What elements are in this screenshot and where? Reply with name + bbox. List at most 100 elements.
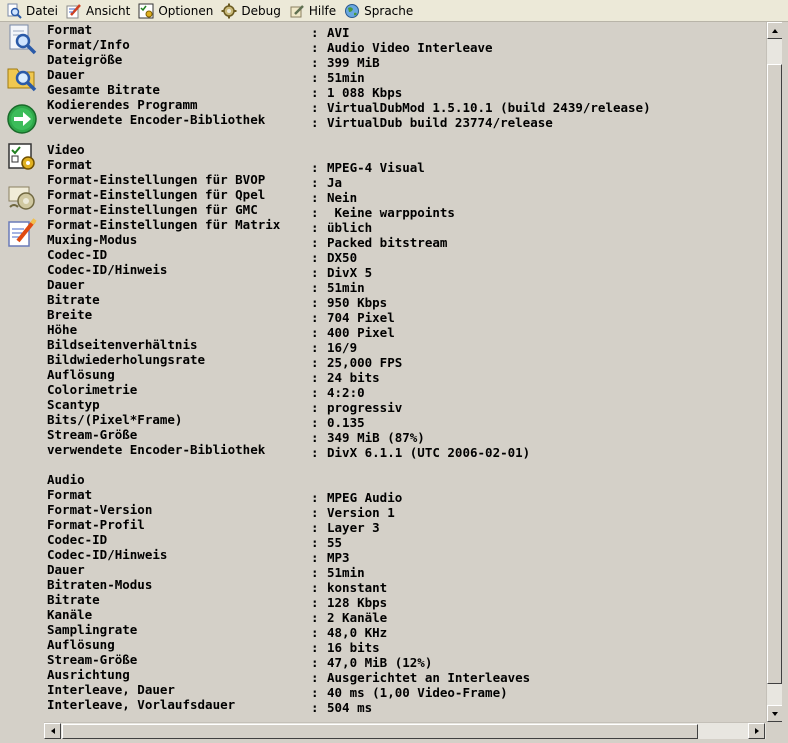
menu-sprache[interactable]: Sprache	[342, 1, 419, 21]
info-key: Interleave, Dauer	[47, 682, 175, 697]
info-line: Kanäle:2 Kanäle	[47, 607, 651, 625]
info-key: Format-Einstellungen für Matrix	[47, 217, 281, 232]
info-key: Format-Einstellungen für Qpel	[47, 187, 266, 202]
info-line: Kodierendes Programm: VirtualDubMod 1.5.1…	[47, 97, 651, 115]
info-line: Muxing-Modus: Packed bitstream	[47, 232, 651, 250]
info-line: Colorimetrie:4:2:0	[47, 382, 651, 400]
info-key: Auflösung	[47, 637, 115, 652]
sidebar-debug-button[interactable]	[4, 182, 40, 212]
info-line: Interleave, Dauer:40 ms (1,00 Video-Fram…	[47, 682, 651, 700]
info-line: Gesamte Bitrate:1 088 Kbps	[47, 82, 651, 100]
menu-ansicht[interactable]: Ansicht	[64, 1, 136, 21]
info-key: verwendete Encoder-Bibliothek	[47, 442, 266, 457]
info-separator: :	[311, 700, 319, 715]
menu-label: Ansicht	[86, 3, 131, 18]
menu-datei[interactable]: Datei	[4, 1, 64, 21]
debug-gear-icon	[221, 3, 237, 18]
horizontal-scroll-thumb[interactable]	[62, 724, 698, 739]
open-file-icon	[9, 24, 37, 55]
info-line: Höhe:400 Pixel	[47, 322, 651, 340]
info-separator: :	[311, 445, 319, 460]
info-line: Stream-Größe:349 MiB (87%)	[47, 427, 651, 445]
sidebar-edit-button[interactable]	[4, 218, 40, 248]
info-line: Format/Info: Audio Video Interleave	[47, 37, 651, 55]
vertical-scroll-thumb[interactable]	[767, 64, 782, 684]
edit-notes-icon	[8, 218, 37, 247]
arrow-left-icon	[50, 728, 55, 734]
sidebar-open-file-button[interactable]	[4, 24, 40, 55]
info-line: Bits/(Pixel*Frame):0.135	[47, 412, 651, 430]
info-line: Audio	[47, 472, 651, 487]
info-key: Dauer	[47, 562, 85, 577]
help-pencil-icon	[290, 4, 304, 17]
info-key: Stream-Größe	[47, 652, 138, 667]
info-line: Auflösung:24 bits	[47, 367, 651, 385]
window-edge	[782, 22, 788, 743]
info-key: Stream-Größe	[47, 427, 138, 442]
info-key: Format	[47, 157, 93, 172]
info-line: Ausrichtung: Ausgerichtet an Interleaves	[47, 667, 651, 685]
info-line: Bildseitenverhältnis:16/9	[47, 337, 651, 355]
info-line: Bildwiederholungsrate:25,000 FPS	[47, 352, 651, 370]
info-line: Format: MPEG Audio	[47, 487, 651, 505]
info-key: Interleave, Vorlaufsdauer	[47, 697, 236, 712]
info-key: Format	[47, 22, 93, 37]
scroll-left-button[interactable]	[44, 723, 61, 739]
options-checklist-icon	[138, 3, 154, 18]
menu-label: Debug	[241, 3, 281, 18]
sidebar-open-folder-button[interactable]	[4, 62, 40, 92]
info-key: Format-Profil	[47, 517, 145, 532]
info-key: Bitrate	[47, 292, 100, 307]
info-line: Dauer:51min	[47, 562, 651, 580]
sidebar-next-button[interactable]	[4, 104, 40, 134]
scroll-right-button[interactable]	[748, 723, 765, 739]
menu-debug[interactable]: Debug	[219, 1, 286, 21]
info-separator: :	[311, 115, 319, 130]
info-line: verwendete Encoder-Bibliothek: DivX 6.1.1…	[47, 442, 651, 460]
info-key: Bitraten-Modus	[47, 577, 153, 592]
info-key: Auflösung	[47, 367, 115, 382]
menu-hilfe[interactable]: Hilfe	[287, 1, 342, 21]
info-key: Codec-ID	[47, 532, 108, 547]
menu-label: Datei	[26, 3, 59, 18]
info-line: Bitrate:950 Kbps	[47, 292, 651, 310]
info-key: Audio	[47, 472, 85, 487]
info-key: Scantyp	[47, 397, 100, 412]
info-key: Format-Einstellungen für BVOP	[47, 172, 266, 187]
info-line: Auflösung:16 bits	[47, 637, 651, 655]
info-key: Dauer	[47, 277, 85, 292]
pencil-edit-icon	[66, 3, 81, 18]
info-line: Codec-ID: DX50	[47, 247, 651, 265]
sidebar-options-button[interactable]	[4, 142, 40, 172]
info-line: Format-Version: Version 1	[47, 502, 651, 520]
info-key: Codec-ID	[47, 247, 108, 262]
scroll-down-button[interactable]	[767, 705, 783, 722]
horizontal-scrollbar[interactable]	[44, 722, 766, 739]
info-key: Breite	[47, 307, 93, 322]
info-value: DivX 6.1.1 (UTC 2006-02-01)	[327, 445, 531, 460]
scroll-up-button[interactable]	[767, 22, 783, 39]
info-line: Format-Einstellungen für Matrix: üblich	[47, 217, 651, 235]
info-line: Breite:704 Pixel	[47, 307, 651, 325]
menu-optionen[interactable]: Optionen	[136, 1, 219, 21]
arrow-right-icon	[754, 728, 759, 734]
info-line: Scantyp: progressiv	[47, 397, 651, 415]
info-text-area[interactable]: Format: AVI Format/Info: Audio Video Interl…	[44, 22, 766, 722]
info-key: Gesamte Bitrate	[47, 82, 160, 97]
info-line: Bitrate:128 Kbps	[47, 592, 651, 610]
info-value: 504 ms	[327, 700, 373, 715]
options-icon	[8, 143, 35, 170]
info-line: Samplingrate:48,0 KHz	[47, 622, 651, 640]
globe-icon	[345, 3, 360, 18]
info-key: Video	[47, 142, 85, 157]
info-line: Codec-ID/Hinweis: MP3	[47, 547, 651, 565]
info-key: Format	[47, 487, 93, 502]
info-key: Format/Info	[47, 37, 130, 52]
info-line: Format-Einstellungen für GMC: Keine warp…	[47, 202, 651, 220]
info-line: Format: MPEG-4 Visual	[47, 157, 651, 175]
debug-icon	[8, 186, 35, 210]
menu-label: Optionen	[158, 3, 214, 18]
vertical-scrollbar[interactable]	[766, 22, 783, 722]
info-value: VirtualDub build 23774/release	[327, 115, 553, 130]
magnifier-document-icon	[7, 3, 22, 19]
